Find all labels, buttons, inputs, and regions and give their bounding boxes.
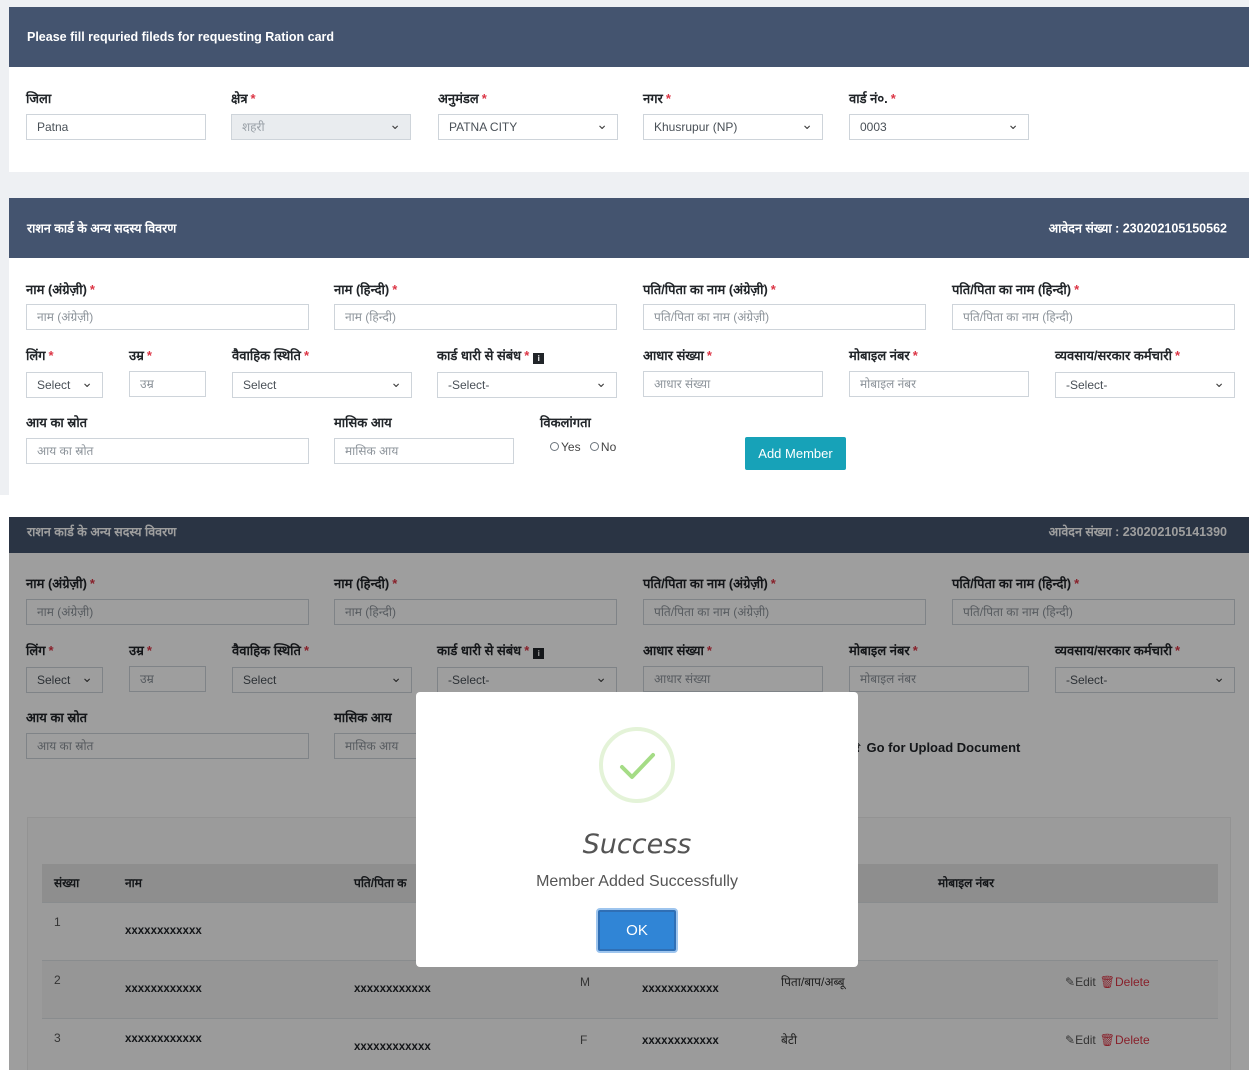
application-number: आवेदन संख्या : 230202105150562 bbox=[1048, 221, 1227, 236]
subdivision-label: अनुमंडल * bbox=[438, 91, 487, 106]
ward-select[interactable]: 0003 bbox=[849, 114, 1029, 140]
father-hi-label: पति/पिता का नाम (हिन्दी) * bbox=[952, 282, 1080, 297]
city-label: नगर * bbox=[643, 91, 671, 106]
mobile-label: मोबाइल नंबर * bbox=[849, 348, 918, 363]
income-source-input[interactable]: आय का स्रोत bbox=[26, 438, 309, 464]
city-select[interactable]: Khusrupur (NP) bbox=[643, 114, 823, 140]
subdivision-select[interactable]: PATNA CITY bbox=[438, 114, 618, 140]
father-en-input[interactable]: पति/पिता का नाम (अंग्रेज़ी) bbox=[643, 304, 926, 330]
disability-yes-label: Yes bbox=[561, 440, 581, 454]
name-hi-label: नाम (हिन्दी) * bbox=[334, 282, 398, 297]
aadhaar-input[interactable]: आधार संख्या bbox=[643, 371, 823, 397]
modal-title: Success bbox=[582, 829, 692, 860]
members-card-title: राशन कार्ड के अन्य सदस्य विवरण bbox=[27, 221, 177, 236]
add-member-button[interactable]: Add Member bbox=[745, 437, 846, 470]
relation-select[interactable]: -Select- bbox=[437, 372, 617, 398]
marital-label: वैवाहिक स्थिति * bbox=[232, 348, 309, 363]
income-source-label: आय का स्रोत bbox=[26, 415, 88, 430]
location-card-title: Please fill requried fileds for requesti… bbox=[27, 30, 335, 44]
father-hi-input[interactable]: पति/पिता का नाम (हिन्दी) bbox=[952, 304, 1235, 330]
disability-radios: Yes No bbox=[550, 440, 616, 454]
occupation-select[interactable]: -Select- bbox=[1055, 372, 1235, 398]
name-en-input[interactable]: नाम (अंग्रेज़ी) bbox=[26, 304, 309, 330]
monthly-income-input[interactable]: मासिक आय bbox=[334, 438, 514, 464]
disability-label: विकलांगता bbox=[540, 415, 591, 430]
success-check-icon bbox=[599, 727, 675, 803]
gender-select[interactable]: Select bbox=[26, 372, 103, 398]
relation-label: कार्ड धारी से संबंध * i bbox=[437, 346, 545, 364]
monthly-income-label: मासिक आय bbox=[334, 415, 392, 430]
area-label: क्षेत्र * bbox=[231, 91, 256, 106]
mobile-input[interactable]: मोबाइल नंबर bbox=[849, 371, 1029, 397]
disability-yes-radio[interactable] bbox=[550, 442, 559, 451]
age-label: उम्र * bbox=[129, 348, 152, 363]
disability-no-radio[interactable] bbox=[589, 442, 599, 451]
age-input[interactable]: उम्र bbox=[129, 371, 206, 397]
occupation-label: व्यवसाय/सरकार कर्मचारी * bbox=[1055, 348, 1181, 363]
disability-no-label: No bbox=[600, 440, 617, 454]
modal-message: Member Added Successfully bbox=[536, 873, 738, 890]
info-icon[interactable]: i bbox=[533, 353, 545, 364]
ok-button[interactable]: OK bbox=[596, 908, 678, 953]
area-select[interactable]: शहरी bbox=[231, 114, 411, 140]
aadhaar-label: आधार संख्या * bbox=[643, 348, 712, 363]
district-label: जिला bbox=[26, 91, 52, 106]
ward-label: वार्ड नं०. * bbox=[849, 91, 896, 106]
district-input[interactable]: Patna bbox=[26, 114, 206, 140]
success-modal: Success Member Added Successfully OK bbox=[416, 692, 858, 967]
father-en-label: पति/पिता का नाम (अंग्रेज़ी) * bbox=[643, 282, 776, 297]
marital-select[interactable]: Select bbox=[232, 372, 412, 398]
gender-label: लिंग * bbox=[26, 348, 54, 363]
members-card-header: राशन कार्ड के अन्य सदस्य विवरण आवेदन संख… bbox=[9, 198, 1249, 258]
location-card-header: Please fill requried fileds for requesti… bbox=[9, 7, 1249, 67]
name-en-label: नाम (अंग्रेज़ी) * bbox=[26, 282, 95, 297]
name-hi-input[interactable]: नाम (हिन्दी) bbox=[334, 304, 617, 330]
